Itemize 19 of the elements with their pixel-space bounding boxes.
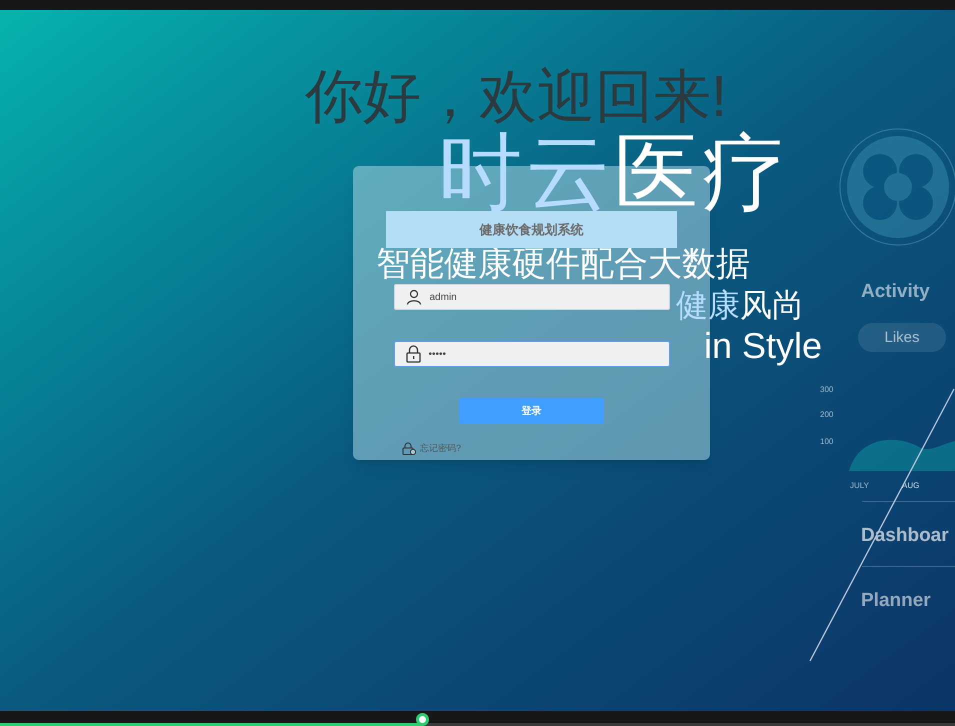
motto-text: 健康 (676, 286, 740, 324)
month-label: JULY (850, 480, 869, 492)
slogan-text: in Style (704, 326, 822, 366)
axis-label: 100 (820, 436, 834, 448)
tagline-text: 智能健康硬件配合大数据 (376, 246, 750, 282)
progress-thumb[interactable] (416, 713, 430, 726)
progress-track[interactable] (0, 711, 955, 726)
menu-label: Planner (861, 589, 931, 613)
motto-text: 风尚 (740, 286, 804, 324)
lock-icon (406, 345, 420, 363)
likes-pill: Likes (858, 323, 946, 352)
axis-label: 200 (820, 409, 834, 421)
password-field[interactable]: ••••• (394, 341, 670, 367)
user-icon (406, 289, 422, 305)
activity-heading: Activity (861, 280, 930, 304)
username-field[interactable]: admin (394, 284, 670, 310)
axis-label: 300 (820, 384, 834, 396)
lock-icon (402, 442, 416, 456)
system-title: 健康饮食规划系统 (386, 211, 677, 248)
